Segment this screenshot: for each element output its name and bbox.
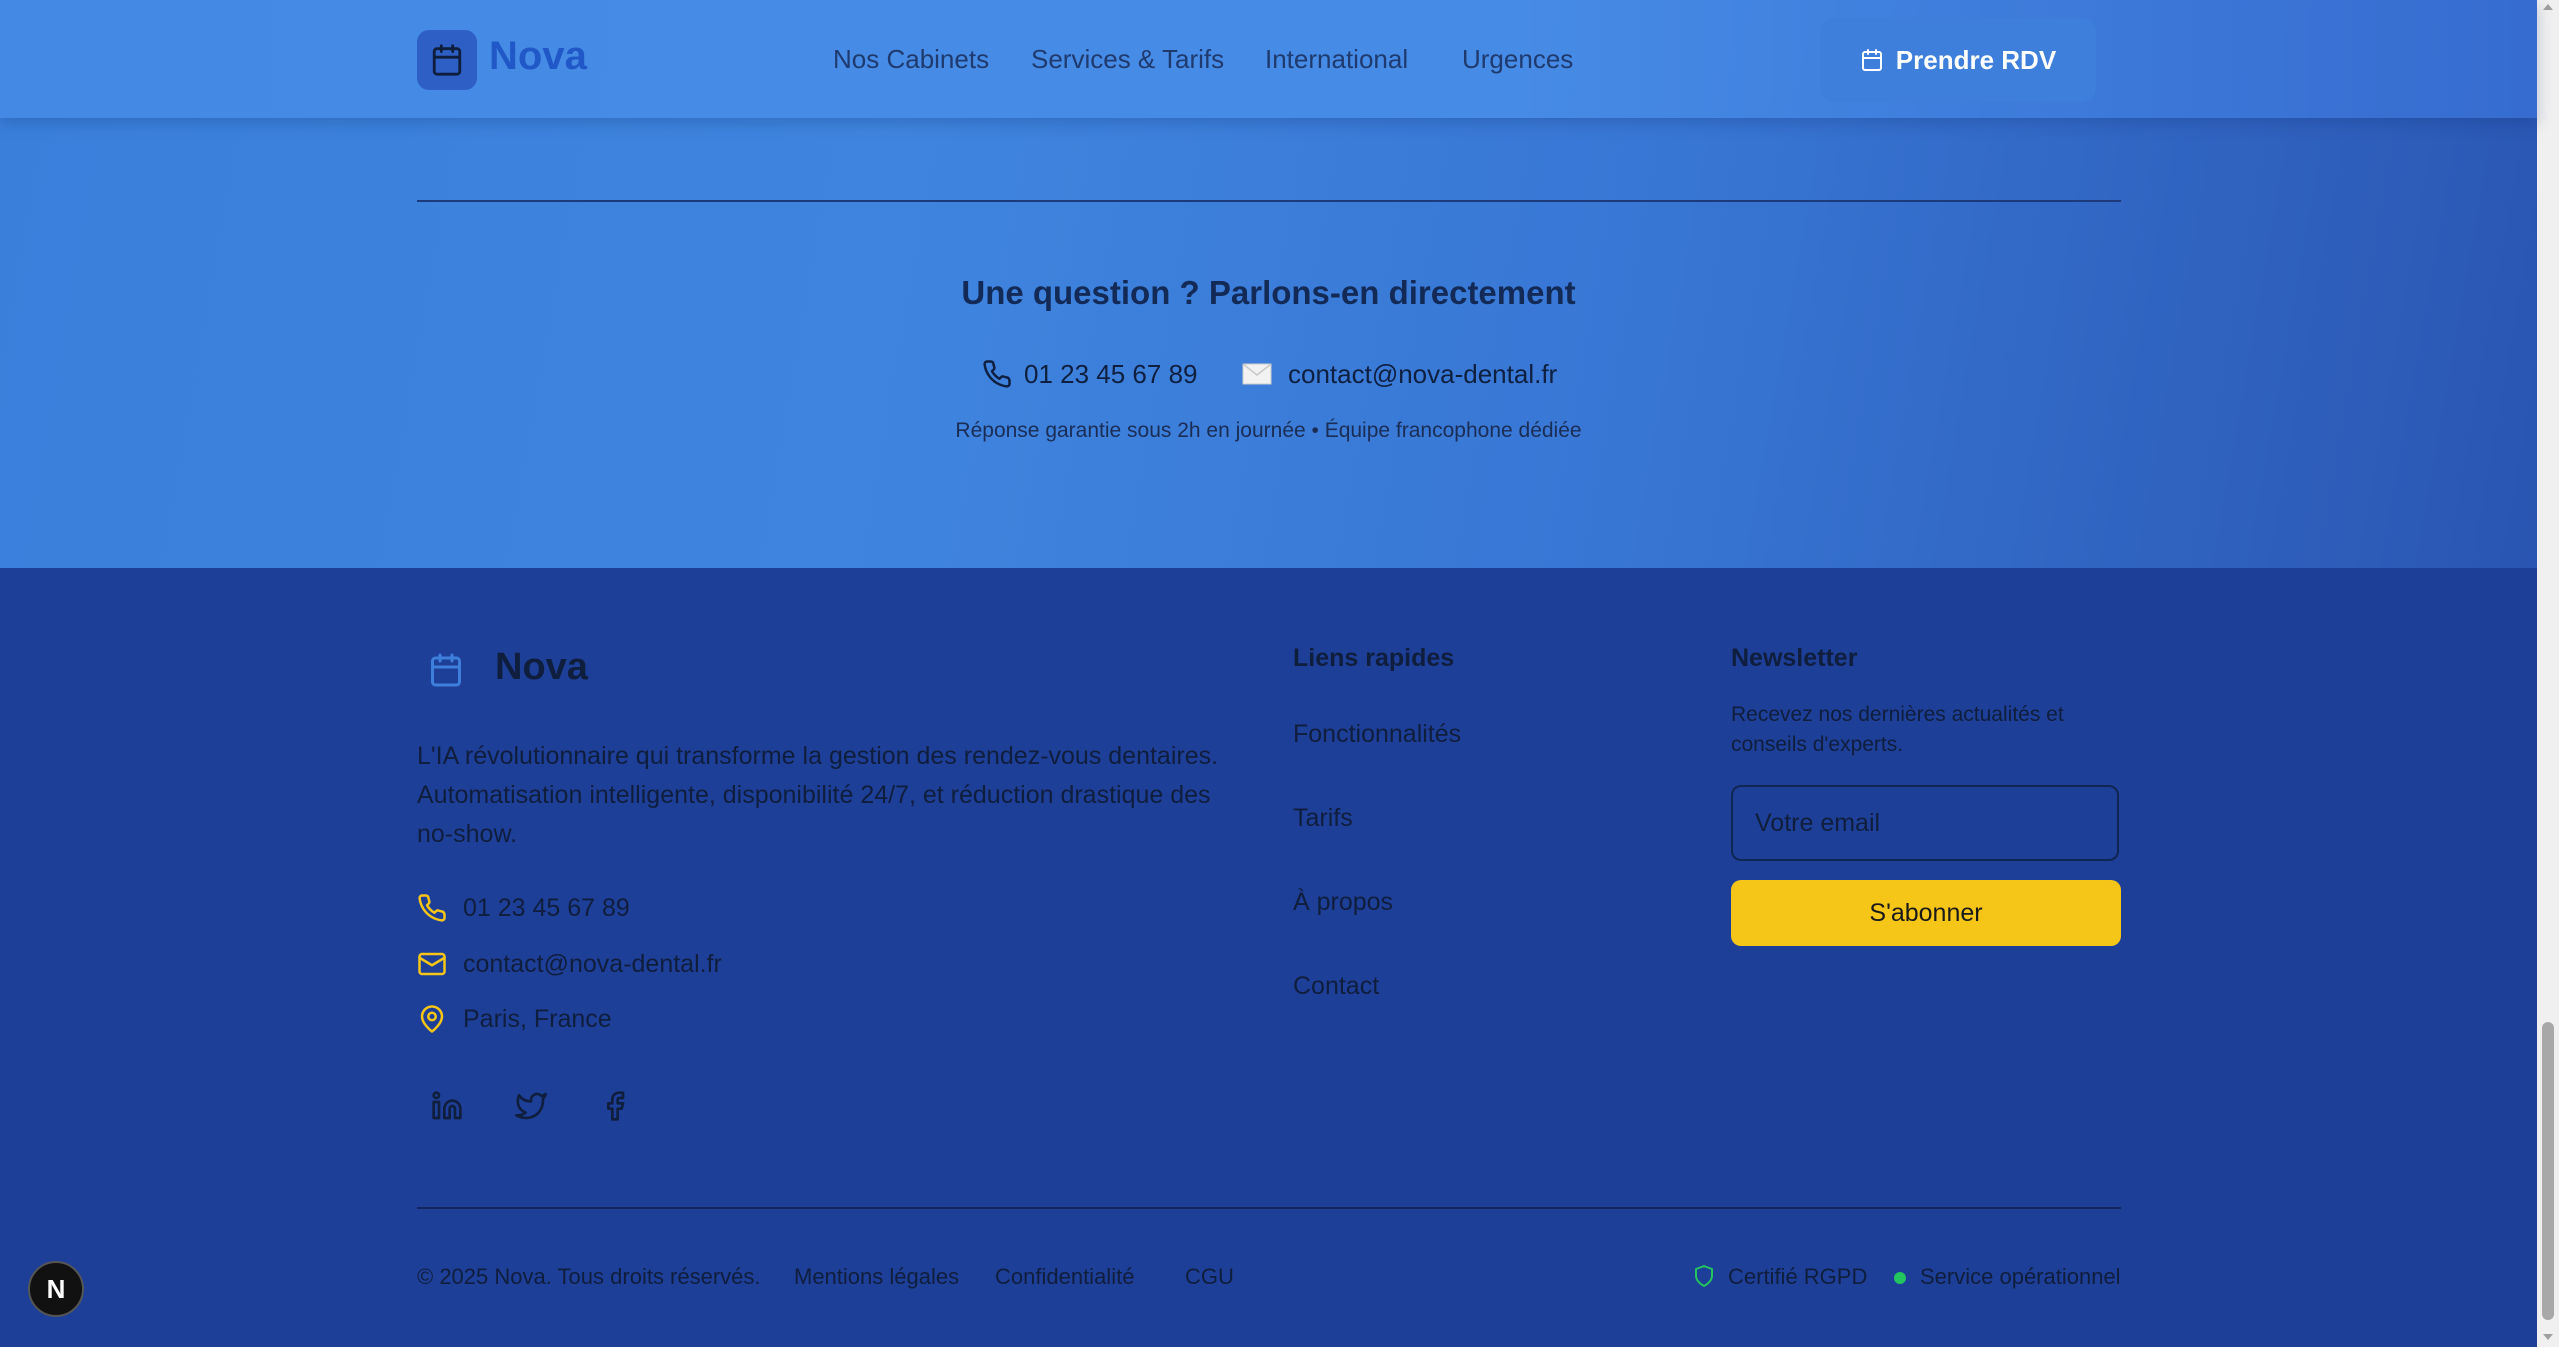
quick-link-contact[interactable]: Contact [1293, 972, 1379, 1001]
footer-email-link[interactable]: contact@nova-dental.fr [417, 946, 722, 982]
footer-location-text: Paris, France [463, 1004, 612, 1033]
quick-link-features[interactable]: Fonctionnalités [1293, 720, 1461, 749]
rgpd-badge: Certifié RGPD [1728, 1264, 1868, 1289]
footer-phone-link[interactable]: 01 23 45 67 89 [417, 890, 630, 926]
book-appointment-label: Prendre RDV [1895, 44, 2057, 75]
contact-subtitle: Réponse garantie sous 2h en journée • Éq… [955, 419, 1582, 442]
privacy-link[interactable]: Confidentialité [995, 1264, 1134, 1290]
subscribe-button[interactable]: S'abonner [1731, 880, 2121, 946]
linkedin-icon[interactable] [427, 1086, 467, 1126]
page-scrollbar[interactable] [2537, 0, 2559, 1347]
contact-title: Une question ? Parlons-en directement [961, 274, 1576, 311]
footer-email: contact@nova-dental.fr [463, 949, 722, 978]
brand-name[interactable]: Nova [489, 34, 587, 79]
nav-link-urgences[interactable]: Urgences [1462, 44, 1573, 75]
scroll-up-arrow-icon[interactable] [2543, 4, 2553, 10]
quick-link-pricing[interactable]: Tarifs [1293, 804, 1353, 833]
scrollbar-thumb[interactable] [2542, 1022, 2554, 1320]
contact-email-link[interactable]: contact@nova-dental.fr [1242, 354, 1557, 394]
nav-link-international[interactable]: International [1265, 44, 1408, 75]
facebook-icon[interactable] [595, 1086, 635, 1126]
footer-location: Paris, France [417, 1001, 612, 1037]
shield-icon [1692, 1263, 1716, 1289]
footer-phone: 01 23 45 67 89 [463, 893, 630, 922]
service-status: Service opérationnel [1920, 1264, 2121, 1289]
contact-phone-link[interactable]: 01 23 45 67 89 [982, 354, 1198, 394]
quick-links-title: Liens rapides [1293, 644, 1455, 672]
status-indicator [1894, 1272, 1906, 1284]
footer-divider [417, 1207, 2121, 1209]
twitter-icon[interactable] [511, 1086, 551, 1126]
terms-link[interactable]: CGU [1185, 1264, 1234, 1290]
scroll-down-arrow-icon[interactable] [2543, 1334, 2553, 1340]
brand-logo[interactable] [417, 30, 477, 90]
calendar-icon [428, 652, 464, 693]
navbar: Nova Nos Cabinets Services & Tarifs Inte… [0, 0, 2537, 118]
newsletter-description: Recevez nos dernières actualités et cons… [1731, 703, 2064, 756]
calendar-icon [1861, 49, 1882, 71]
envelope-icon [1242, 362, 1272, 386]
legal-notice-link[interactable]: Mentions légales [794, 1264, 959, 1290]
dev-tools-badge[interactable]: N [28, 1261, 84, 1317]
footer-description: L'IA révolutionnaire qui transforme la g… [417, 742, 1219, 848]
newsletter-title: Newsletter [1731, 644, 1858, 672]
phone-icon [417, 893, 447, 923]
newsletter-email-input[interactable] [1731, 785, 2119, 861]
contact-email: contact@nova-dental.fr [1288, 358, 1558, 389]
phone-icon [982, 359, 1012, 389]
section-divider [417, 200, 2121, 202]
copyright: © 2025 Nova. Tous droits réservés. [417, 1264, 761, 1289]
quick-link-about[interactable]: À propos [1293, 888, 1393, 917]
book-appointment-button[interactable]: Prendre RDV [1820, 18, 2096, 102]
calendar-icon [432, 44, 462, 76]
contact-phone: 01 23 45 67 89 [1024, 358, 1198, 389]
page: Une question ? Parlons-en directement 01… [0, 0, 2537, 1347]
map-pin-icon [417, 1004, 447, 1034]
nav-link-services[interactable]: Services & Tarifs [1031, 44, 1224, 75]
footer-brand: Nova [495, 646, 588, 688]
mail-icon [417, 949, 447, 979]
nav-link-cabinets[interactable]: Nos Cabinets [833, 44, 989, 75]
